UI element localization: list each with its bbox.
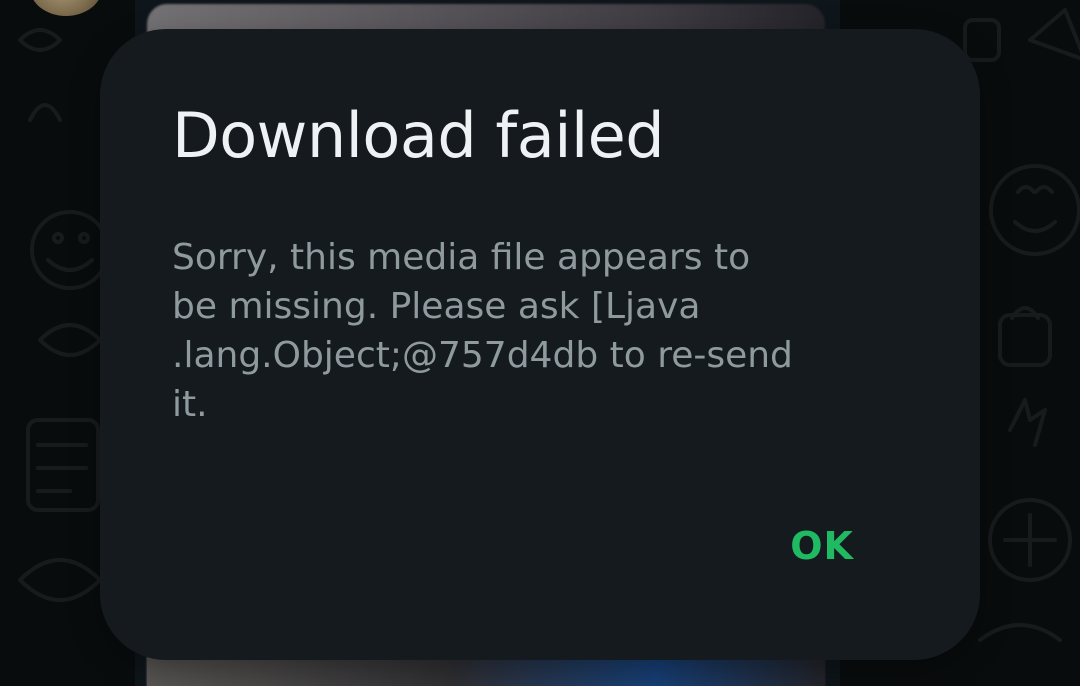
dialog-title: Download failed [172, 99, 665, 172]
dialog-message: Sorry, this media file appears to be mis… [172, 237, 793, 425]
download-failed-dialog: Download failed Sorry, this media file a… [100, 29, 980, 660]
ok-button[interactable]: OK [790, 516, 854, 576]
screen: Download failed Sorry, this media file a… [0, 0, 1080, 686]
